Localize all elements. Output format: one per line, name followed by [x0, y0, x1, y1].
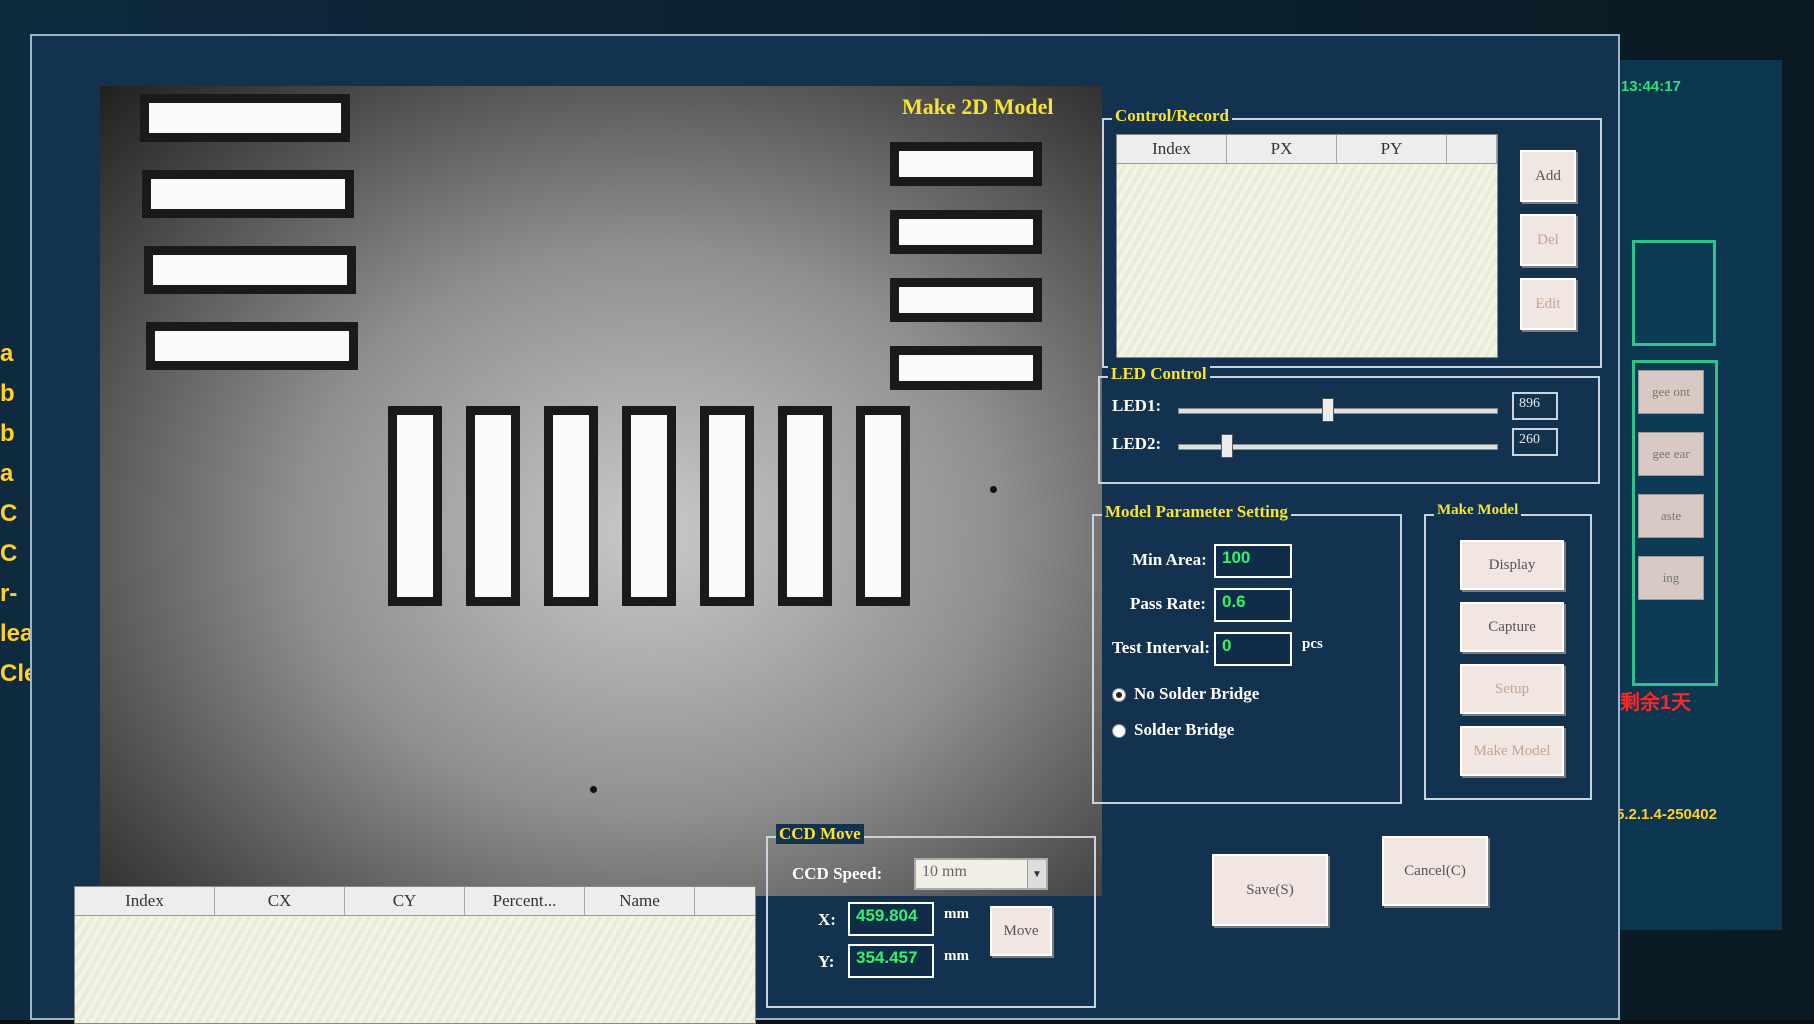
del-button[interactable]: Del — [1520, 214, 1576, 266]
led1-slider-thumb[interactable] — [1322, 398, 1335, 422]
background-button[interactable]: gee ont — [1638, 370, 1704, 414]
move-button[interactable]: Move — [990, 906, 1052, 956]
setup-button[interactable]: Setup — [1460, 664, 1564, 714]
solder-pad — [856, 406, 910, 606]
column-header-px[interactable]: PX — [1227, 135, 1337, 163]
y-label: Y: — [818, 952, 835, 971]
fragment-text: b — [0, 420, 15, 447]
solder-pad — [142, 170, 354, 218]
save-button[interactable]: Save(S) — [1212, 854, 1328, 926]
x-position-field[interactable]: 459.804 — [848, 902, 934, 936]
x-label: X: — [818, 910, 836, 929]
led2-value[interactable]: 260 — [1512, 428, 1558, 456]
fragment-text: a — [0, 340, 14, 367]
min-area-input[interactable]: 100 — [1214, 544, 1292, 578]
ccd-speed-label: CCD Speed: — [792, 864, 883, 883]
make-model-group: Make Model Display Capture Setup Make Mo… — [1424, 502, 1592, 800]
background-button[interactable]: ing — [1638, 556, 1704, 600]
solder-pad — [544, 406, 598, 606]
no-solder-bridge-radio[interactable] — [1112, 688, 1126, 702]
led2-label: LED2: — [1112, 434, 1162, 453]
x-unit: mm — [944, 906, 969, 922]
column-header-percent[interactable]: Percent... — [465, 887, 585, 915]
make-2d-model-dialog: Make 2D Model Index CX CY Percent... Nam… — [30, 34, 1620, 1024]
led1-label: LED1: — [1112, 396, 1162, 415]
column-header-cx[interactable]: CX — [215, 887, 345, 915]
add-button[interactable]: Add — [1520, 150, 1576, 202]
background-button[interactable]: aste — [1638, 494, 1704, 538]
solder-bridge-radio[interactable] — [1112, 724, 1126, 738]
dialog-title: Make 2D Model — [902, 94, 1054, 119]
min-area-label: Min Area: — [1132, 550, 1207, 569]
led1-value[interactable]: 896 — [1512, 392, 1558, 420]
solder-bridge-label[interactable]: Solder Bridge — [1134, 720, 1234, 740]
control-record-title: Control/Record — [1112, 106, 1232, 126]
ccd-move-group: CCD Move CCD Speed: 10 mm ▼ X: 459.804 m… — [766, 824, 1096, 1008]
solder-pad — [890, 210, 1042, 254]
fragment-text: Cle — [0, 660, 37, 688]
column-header-py[interactable]: PY — [1337, 135, 1447, 163]
solder-pad — [140, 94, 350, 142]
version-text: 5.2.1.4-250402 — [1616, 806, 1717, 823]
solder-pad — [890, 278, 1042, 322]
solder-pad — [622, 406, 676, 606]
solder-pad — [778, 406, 832, 606]
result-table[interactable]: Index CX CY Percent... Name — [74, 886, 756, 1024]
solder-pad — [144, 246, 356, 294]
led-control-group: LED Control LED1: 896 LED2: 260 — [1098, 364, 1600, 484]
solder-pad — [700, 406, 754, 606]
background-app-panel: gee ont gee ear aste ing — [1610, 60, 1782, 930]
test-interval-input[interactable]: 0 — [1214, 632, 1292, 666]
fragment-text: r- — [0, 580, 18, 607]
column-header-blank — [1447, 135, 1497, 163]
fragment-text: C — [0, 500, 18, 527]
column-header-cy[interactable]: CY — [345, 887, 465, 915]
record-table-header: Index PX PY — [1117, 135, 1497, 164]
led1-slider-track[interactable] — [1178, 408, 1498, 414]
capture-button[interactable]: Capture — [1460, 602, 1564, 652]
solder-pad — [890, 142, 1042, 186]
pass-rate-label: Pass Rate: — [1130, 594, 1207, 613]
test-interval-unit: pcs — [1302, 636, 1323, 652]
make-model-button[interactable]: Make Model — [1460, 726, 1564, 776]
led2-slider-thumb[interactable] — [1220, 434, 1233, 458]
fragment-text: b — [0, 380, 15, 407]
background-frame — [1632, 240, 1716, 346]
ccd-speed-value: 10 mm — [922, 863, 967, 880]
column-header-name[interactable]: Name — [585, 887, 695, 915]
no-solder-bridge-label[interactable]: No Solder Bridge — [1134, 684, 1259, 704]
fragment-text: C — [0, 540, 18, 567]
record-table[interactable]: Index PX PY — [1116, 134, 1498, 358]
y-unit: mm — [944, 948, 969, 964]
fragment-text: a — [0, 460, 14, 487]
make-model-title: Make Model — [1434, 502, 1522, 519]
remaining-days-text: 剩余1天 — [1620, 692, 1692, 714]
column-header-index[interactable]: Index — [75, 887, 215, 915]
solder-pad — [466, 406, 520, 606]
background-left-fragments: a b b a C C r- lea Cle — [0, 340, 37, 1020]
y-position-field[interactable]: 354.457 — [848, 944, 934, 978]
model-parameter-group: Model Parameter Setting Min Area: 100 Pa… — [1092, 502, 1402, 804]
camera-view[interactable] — [100, 86, 1102, 896]
pass-rate-input[interactable]: 0.6 — [1214, 588, 1292, 622]
led-control-title: LED Control — [1108, 364, 1210, 384]
edit-button[interactable]: Edit — [1520, 278, 1576, 330]
test-interval-label: Test Interval: — [1112, 638, 1211, 657]
debris-dot — [990, 486, 997, 493]
debris-dot — [590, 786, 597, 793]
chevron-down-icon[interactable]: ▼ — [1027, 860, 1046, 888]
model-parameter-title: Model Parameter Setting — [1102, 502, 1291, 522]
cancel-button[interactable]: Cancel(C) — [1382, 836, 1488, 906]
ccd-move-title: CCD Move — [776, 824, 864, 844]
solder-pad — [146, 322, 358, 370]
solder-pad — [890, 346, 1042, 390]
result-table-header: Index CX CY Percent... Name — [75, 887, 755, 916]
column-header-index[interactable]: Index — [1117, 135, 1227, 163]
background-button[interactable]: gee ear — [1638, 432, 1704, 476]
solder-pad — [388, 406, 442, 606]
control-record-group: Control/Record Index PX PY Add Del Edit — [1102, 106, 1602, 368]
display-button[interactable]: Display — [1460, 540, 1564, 590]
ccd-speed-dropdown[interactable]: 10 mm ▼ — [914, 858, 1048, 890]
fragment-text: lea — [0, 620, 33, 648]
